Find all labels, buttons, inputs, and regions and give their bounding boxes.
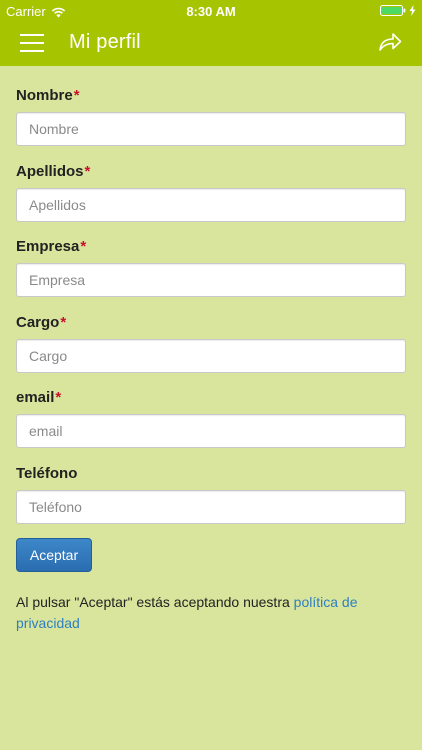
battery-icon	[380, 5, 406, 16]
field-apellidos: Apellidos*	[16, 162, 406, 238]
apellidos-input[interactable]	[16, 187, 406, 222]
telefono-input[interactable]	[16, 489, 406, 524]
field-empresa: Empresa*	[16, 237, 406, 313]
required-mark: *	[60, 313, 67, 331]
field-label: email*	[16, 389, 62, 406]
share-forward-icon[interactable]	[378, 31, 402, 53]
field-label: Teléfono	[16, 464, 78, 482]
required-mark: *	[80, 238, 87, 255]
cargo-input[interactable]	[16, 338, 406, 373]
field-label: Cargo*	[16, 313, 67, 331]
status-bar: Carrier 8:30 AM	[0, 0, 422, 22]
hamburger-menu-icon[interactable]	[20, 34, 44, 54]
field-telefono: Teléfono	[16, 464, 406, 540]
charging-bolt-icon	[409, 5, 416, 16]
field-label: Apellidos*	[16, 162, 91, 180]
empresa-input[interactable]	[16, 263, 406, 297]
required-mark: *	[55, 389, 62, 406]
field-email: email*	[16, 388, 406, 464]
email-input[interactable]	[16, 414, 406, 448]
field-label: Empresa*	[16, 238, 87, 255]
field-cargo: Cargo*	[16, 313, 406, 389]
status-time: 8:30 AM	[186, 4, 236, 19]
accept-button[interactable]: Aceptar	[16, 538, 92, 572]
field-nombre: Nombre*	[16, 86, 406, 162]
nombre-input[interactable]	[16, 112, 406, 146]
field-label: Nombre*	[16, 87, 80, 104]
nav-bar: Mi perfil	[0, 22, 422, 66]
required-mark: *	[73, 87, 80, 104]
profile-form: Nombre* Apellidos* Empresa* Cargo* email…	[16, 86, 406, 539]
required-mark: *	[84, 162, 91, 180]
privacy-notice-text: Al pulsar "Aceptar" estás aceptando nues…	[16, 594, 294, 610]
privacy-notice: Al pulsar "Aceptar" estás aceptando nues…	[16, 592, 396, 634]
status-right	[380, 5, 416, 16]
page-title: Mi perfil	[69, 31, 141, 53]
